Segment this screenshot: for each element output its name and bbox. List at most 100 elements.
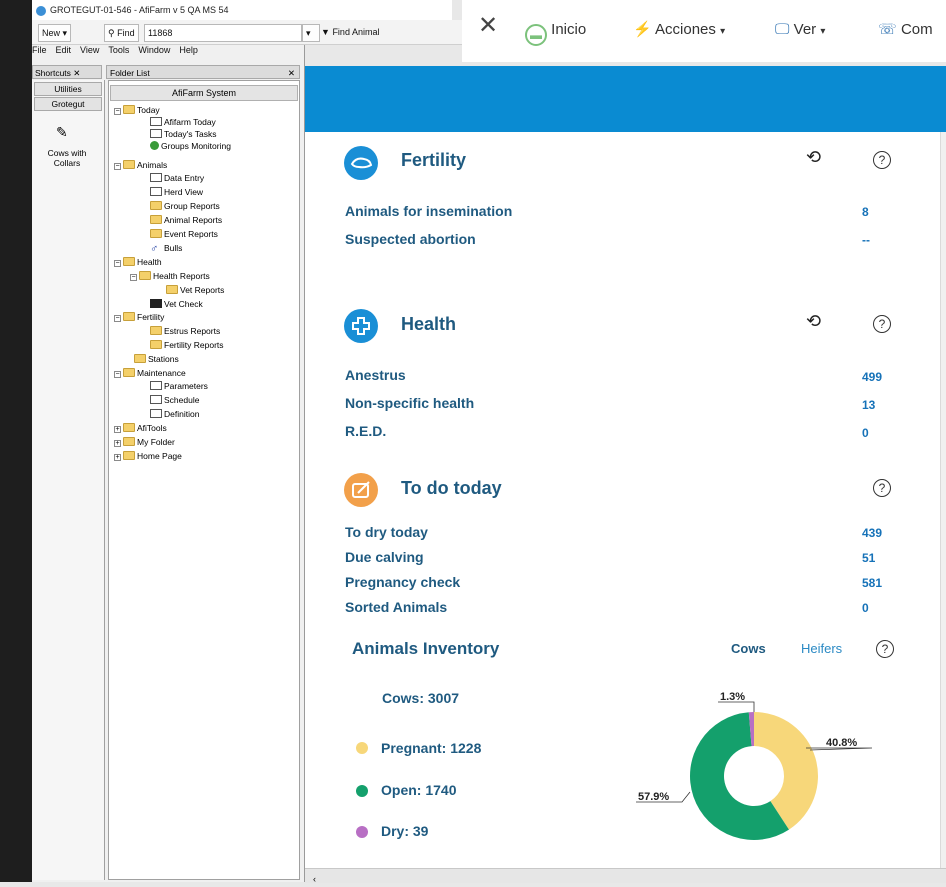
menu-window[interactable]: Window: [138, 45, 170, 55]
tree-item-parameters[interactable]: Parameters: [150, 380, 208, 393]
health-row-label[interactable]: R.E.D.: [345, 423, 386, 439]
tree-item-groups-monitoring[interactable]: Groups Monitoring: [150, 140, 231, 153]
ver-button[interactable]: 🖵 Ver ▾: [775, 20, 825, 42]
tree-item-my-folder[interactable]: + My Folder: [114, 436, 175, 449]
collapse-icon[interactable]: −: [114, 371, 121, 378]
todo-row-value[interactable]: 0: [862, 601, 869, 615]
tree-item-bulls[interactable]: ♂ Bulls: [150, 242, 182, 255]
expand-icon[interactable]: +: [114, 440, 121, 447]
tree-item-herd-view[interactable]: Herd View: [150, 186, 203, 199]
tree-item-home-page[interactable]: + Home Page: [114, 450, 182, 463]
donut-label-open: 57.9%: [638, 791, 669, 803]
cows-with-collars-icon[interactable]: ✎: [56, 124, 68, 141]
menu-help[interactable]: Help: [179, 45, 198, 55]
tree-label: Fertility: [137, 312, 165, 322]
fertility-row-label[interactable]: Animals for insemination: [345, 203, 512, 219]
tree-item-definition[interactable]: Definition: [150, 408, 199, 421]
fertility-row-value[interactable]: --: [862, 233, 870, 247]
filter-icon: ▼: [321, 27, 330, 37]
tree-item-animals[interactable]: − Animals: [114, 159, 167, 172]
find-animal-button[interactable]: ▼ Find Animal: [318, 24, 382, 40]
inicio-icon: ▬: [525, 24, 547, 46]
horizontal-scrollbar[interactable]: ‹: [305, 868, 946, 884]
tree-label: Maintenance: [137, 368, 186, 378]
collapse-icon[interactable]: −: [114, 315, 121, 322]
tree-item-stations[interactable]: Stations: [134, 353, 179, 366]
new-button[interactable]: New ▾: [38, 24, 72, 42]
menu-file[interactable]: File: [32, 45, 47, 55]
inicio-button[interactable]: ▬ Inicio: [525, 20, 586, 46]
tree-item-estrus-reports[interactable]: Estrus Reports: [150, 325, 220, 338]
close-shortcuts-icon[interactable]: ✕: [73, 68, 80, 78]
donut-label-dry-leader: [718, 701, 755, 712]
tree-label: Today: [137, 105, 160, 115]
health-row-label[interactable]: Anestrus: [345, 367, 406, 383]
tree-item-fertility[interactable]: − Fertility: [114, 311, 164, 324]
tab-heifers[interactable]: Heifers: [801, 641, 842, 656]
menu-tools[interactable]: Tools: [108, 45, 129, 55]
collapse-icon[interactable]: −: [130, 274, 137, 281]
collapse-icon[interactable]: −: [114, 163, 121, 170]
schedule-icon: [150, 395, 162, 404]
chevron-down-icon: ▾: [820, 26, 826, 37]
expand-icon[interactable]: +: [114, 454, 121, 461]
todo-row-label[interactable]: Due calving: [345, 549, 424, 565]
tree-label: Data Entry: [164, 173, 205, 183]
acciones-button[interactable]: ⚡ Acciones ▾: [633, 20, 725, 42]
help-icon[interactable]: ?: [873, 315, 891, 333]
todo-row-value[interactable]: 439: [862, 526, 882, 540]
app-icon: [36, 5, 46, 16]
health-row-value[interactable]: 13: [862, 398, 875, 412]
menu-view[interactable]: View: [80, 45, 99, 55]
cows-with-collars-label[interactable]: Cows with Collars: [34, 148, 100, 168]
folder-icon: [123, 105, 135, 114]
health-row-label[interactable]: Non-specific health: [345, 395, 474, 411]
tree-item-afitools[interactable]: + AfiTools: [114, 422, 167, 435]
refresh-icon[interactable]: ⟲: [806, 147, 821, 168]
grotegut-button[interactable]: Grotegut: [34, 97, 102, 111]
tree-item-health[interactable]: − Health: [114, 256, 162, 269]
tree-item-vet-reports[interactable]: Vet Reports: [166, 284, 224, 297]
find-button[interactable]: ⚲ Find: [104, 24, 139, 42]
donut-label-pregnant-leader: [806, 747, 873, 751]
tab-cows[interactable]: Cows: [731, 641, 766, 656]
tree-item-health-reports[interactable]: − Health Reports: [130, 270, 210, 283]
tree-item-group-reports[interactable]: Group Reports: [150, 200, 220, 213]
todo-row-label[interactable]: To dry today: [345, 524, 428, 540]
collapse-icon[interactable]: −: [114, 260, 121, 267]
todo-row-value[interactable]: 51: [862, 551, 875, 565]
help-icon[interactable]: ?: [873, 151, 891, 169]
health-row-value[interactable]: 0: [862, 426, 869, 440]
refresh-icon[interactable]: ⟲: [806, 311, 821, 332]
tree-label: Health: [137, 257, 162, 267]
com-button[interactable]: ☏ Com: [878, 20, 933, 40]
tree-item-event-reports[interactable]: Event Reports: [150, 228, 218, 241]
tree-item-vet-check[interactable]: Vet Check: [150, 298, 203, 311]
utilities-button[interactable]: Utilities: [34, 82, 102, 96]
folder-list-root[interactable]: AfiFarm System: [110, 85, 298, 101]
folder-list-header: Folder List ✕: [106, 65, 300, 79]
scroll-left-icon[interactable]: ‹: [313, 874, 316, 884]
tree-item-maintenance[interactable]: − Maintenance: [114, 367, 186, 380]
todo-row-value[interactable]: 581: [862, 576, 882, 590]
tree-item-data-entry[interactable]: Data Entry: [150, 172, 204, 185]
help-icon[interactable]: ?: [876, 640, 894, 658]
help-icon[interactable]: ?: [873, 479, 891, 497]
tree-item-animal-reports[interactable]: Animal Reports: [150, 214, 222, 227]
legend-swatch-pregnant: [356, 742, 368, 754]
folder-icon: [134, 354, 146, 363]
expand-icon[interactable]: +: [114, 426, 121, 433]
fertility-row-value[interactable]: 8: [862, 205, 869, 219]
tree-item-schedule[interactable]: Schedule: [150, 394, 199, 407]
right-scrollbar[interactable]: [940, 132, 946, 868]
close-icon[interactable]: ✕: [478, 14, 498, 38]
tree-item-fertility-reports[interactable]: Fertility Reports: [150, 339, 224, 352]
close-folder-list-icon[interactable]: ✕: [288, 66, 295, 80]
collapse-icon[interactable]: −: [114, 108, 121, 115]
menu-edit[interactable]: Edit: [56, 45, 72, 55]
find-input[interactable]: 11868: [144, 24, 302, 42]
todo-row-label[interactable]: Sorted Animals: [345, 599, 447, 615]
fertility-row-label[interactable]: Suspected abortion: [345, 231, 476, 247]
todo-row-label[interactable]: Pregnancy check: [345, 574, 460, 590]
health-row-value[interactable]: 499: [862, 370, 882, 384]
